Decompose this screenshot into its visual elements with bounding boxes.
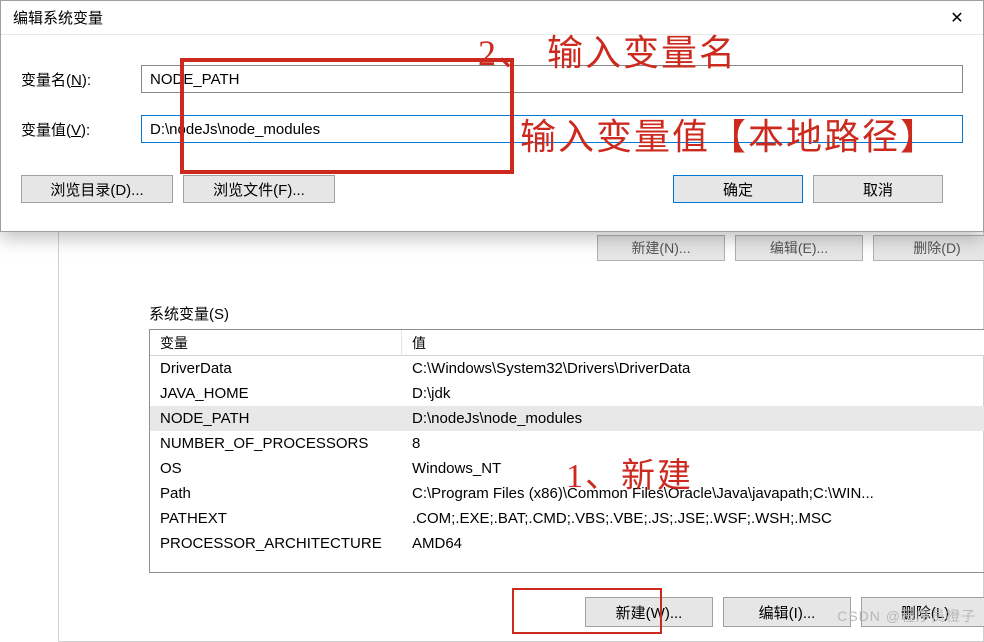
- cell-val: 8: [402, 434, 984, 453]
- sys-edit-button[interactable]: 编辑(I)...: [723, 597, 851, 627]
- cell-val: .COM;.EXE;.BAT;.CMD;.VBS;.VBE;.JS;.JSE;.…: [402, 509, 984, 528]
- cell-val: Windows_NT: [402, 459, 984, 478]
- col-header-variable[interactable]: 变量: [150, 330, 402, 355]
- parent-edit-button[interactable]: 编辑(E)...: [735, 235, 863, 261]
- annotation-1-text: 1、新建: [566, 448, 693, 497]
- system-variables-label: 系统变量(S): [149, 303, 229, 324]
- cell-var: PATHEXT: [150, 509, 402, 528]
- dialog-button-row: 浏览目录(D)... 浏览文件(F)... 确定 取消: [21, 165, 963, 203]
- watermark: CSDN @程序员橙子: [837, 606, 976, 626]
- cancel-button[interactable]: 取消: [813, 175, 943, 203]
- cell-var: NUMBER_OF_PROCESSORS: [150, 434, 402, 453]
- name-label: 变量名(N):: [21, 69, 141, 90]
- table-row[interactable]: DriverData C:\Windows\System32\Drivers\D…: [150, 356, 984, 381]
- cell-val: C:\Program Files (x86)\Common Files\Orac…: [402, 484, 984, 503]
- annotation-1-box: [512, 588, 662, 634]
- cell-var: OS: [150, 459, 402, 478]
- cell-var: PROCESSOR_ARCHITECTURE: [150, 534, 402, 553]
- ok-button[interactable]: 确定: [673, 175, 803, 203]
- spacer: [345, 175, 663, 203]
- cell-var: JAVA_HOME: [150, 384, 402, 403]
- close-button[interactable]: ✕: [937, 4, 977, 32]
- close-icon: ✕: [950, 8, 963, 28]
- table-row[interactable]: JAVA_HOME D:\jdk: [150, 381, 984, 406]
- table-row[interactable]: PROCESSOR_ARCHITECTURE AMD64: [150, 531, 984, 556]
- browse-directory-button[interactable]: 浏览目录(D)...: [21, 175, 173, 203]
- parent-new-button[interactable]: 新建(N)...: [597, 235, 725, 261]
- dialog-title: 编辑系统变量: [13, 7, 937, 28]
- cell-val: D:\nodeJs\node_modules: [402, 409, 984, 428]
- annotation-2-text: 2、 输入变量名: [478, 24, 737, 76]
- value-label: 变量值(V):: [21, 119, 141, 140]
- parent-button-row: 新建(N)... 编辑(E)... 删除(D): [597, 235, 984, 261]
- cell-var: Path: [150, 484, 402, 503]
- parent-delete-button[interactable]: 删除(D): [873, 235, 984, 261]
- table-row[interactable]: PATHEXT .COM;.EXE;.BAT;.CMD;.VBS;.VBE;.J…: [150, 506, 984, 531]
- cell-val: AMD64: [402, 534, 984, 553]
- browse-file-button[interactable]: 浏览文件(F)...: [183, 175, 335, 203]
- table-row[interactable]: NODE_PATH D:\nodeJs\node_modules: [150, 406, 984, 431]
- annotation-3-text: 输入变量值【本地路径】: [520, 108, 938, 160]
- cell-var: NODE_PATH: [150, 409, 402, 428]
- table-header: 变量 值: [150, 330, 984, 356]
- cell-val: C:\Windows\System32\Drivers\DriverData: [402, 359, 984, 378]
- cell-var: DriverData: [150, 359, 402, 378]
- cell-val: D:\jdk: [402, 384, 984, 403]
- col-header-value[interactable]: 值: [402, 330, 984, 355]
